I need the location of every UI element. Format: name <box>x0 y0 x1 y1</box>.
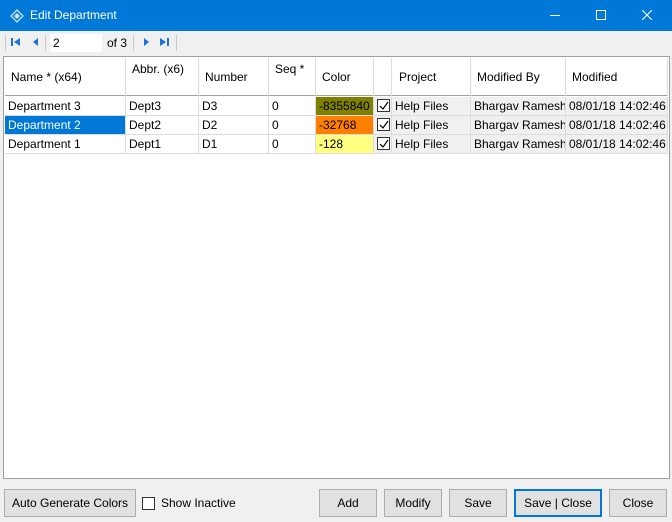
navigator-divider <box>5 35 6 51</box>
title-bar: Edit Department <box>0 0 672 31</box>
navigator-divider <box>133 35 134 51</box>
cell-abbr[interactable]: Dept1 <box>126 135 199 154</box>
cell-number[interactable]: D1 <box>199 135 269 154</box>
cell-abbr[interactable]: Dept2 <box>126 116 199 135</box>
department-grid[interactable]: Name * (x64) Abbr. (x6) Number Seq * Col… <box>3 56 670 479</box>
cell-modified-by[interactable]: Bhargav Ramesh <box>471 97 566 116</box>
cell-name[interactable]: Department 1 <box>5 135 126 154</box>
cell-project[interactable]: Help Files <box>392 116 471 135</box>
show-inactive-checkbox[interactable]: Show Inactive <box>142 495 236 511</box>
next-record-icon[interactable] <box>140 36 152 48</box>
cell-number[interactable]: D2 <box>199 116 269 135</box>
maximize-icon <box>596 9 606 23</box>
cell-project[interactable]: Help Files <box>392 135 471 154</box>
column-header-modified-by[interactable]: Modified By <box>471 58 566 96</box>
column-header-checkbox[interactable] <box>374 58 392 96</box>
cell-seq[interactable]: 0 <box>269 116 316 135</box>
previous-record-icon[interactable] <box>30 36 42 48</box>
column-header-name[interactable]: Name * (x64) <box>5 58 126 96</box>
window-title: Edit Department <box>30 8 117 22</box>
table-row[interactable]: Department 1 Dept1 D1 0 -128 Help Files … <box>5 135 668 154</box>
cell-modified[interactable]: 08/01/18 14:02:46 <box>566 97 668 116</box>
cell-seq[interactable]: 0 <box>269 97 316 116</box>
minimize-button[interactable] <box>532 0 578 31</box>
cell-name[interactable]: Department 3 <box>5 97 126 116</box>
active-checkbox[interactable] <box>377 137 390 150</box>
first-record-icon[interactable] <box>10 36 22 48</box>
cell-active-checkbox[interactable] <box>374 135 392 154</box>
cell-modified-by[interactable]: Bhargav Ramesh <box>471 116 566 135</box>
record-position-input[interactable] <box>50 34 102 52</box>
cell-number[interactable]: D3 <box>199 97 269 116</box>
cell-active-checkbox[interactable] <box>374 116 392 135</box>
table-row[interactable]: Department 2 Dept2 D2 0 -32768 Help File… <box>5 116 668 135</box>
cell-color[interactable]: -128 <box>316 135 374 154</box>
cell-active-checkbox[interactable] <box>374 97 392 116</box>
navigator-divider <box>45 35 46 51</box>
cell-seq[interactable]: 0 <box>269 135 316 154</box>
cell-name[interactable]: Department 2 <box>5 116 126 135</box>
minimize-icon <box>550 9 560 23</box>
column-header-seq[interactable]: Seq * <box>269 58 316 96</box>
last-record-icon[interactable] <box>158 36 170 48</box>
show-inactive-label: Show Inactive <box>161 496 236 510</box>
close-button[interactable]: Close <box>609 489 667 517</box>
grid-header: Name * (x64) Abbr. (x6) Number Seq * Col… <box>5 58 668 96</box>
column-header-project[interactable]: Project <box>392 58 471 96</box>
add-button[interactable]: Add <box>319 489 377 517</box>
checkmark-icon <box>379 120 389 129</box>
column-header-modified[interactable]: Modified <box>566 58 668 96</box>
record-count-label: of 3 <box>107 36 128 50</box>
save-close-button[interactable]: Save | Close <box>514 489 602 517</box>
table-row[interactable]: Department 3 Dept3 D3 0 -8355840 Help Fi… <box>5 97 668 116</box>
close-icon <box>641 9 653 23</box>
checkmark-icon <box>379 101 389 110</box>
cell-abbr[interactable]: Dept3 <box>126 97 199 116</box>
column-header-abbr[interactable]: Abbr. (x6) <box>126 58 199 96</box>
close-window-button[interactable] <box>624 0 670 31</box>
cell-modified[interactable]: 08/01/18 14:02:46 <box>566 135 668 154</box>
record-navigator: of 3 <box>0 31 672 55</box>
cell-project[interactable]: Help Files <box>392 97 471 116</box>
active-checkbox[interactable] <box>377 99 390 112</box>
save-button[interactable]: Save <box>449 489 507 517</box>
cell-color[interactable]: -32768 <box>316 116 374 135</box>
checkmark-icon <box>379 139 389 148</box>
column-header-number[interactable]: Number <box>199 58 269 96</box>
maximize-button[interactable] <box>578 0 624 31</box>
modify-button[interactable]: Modify <box>384 489 442 517</box>
auto-generate-colors-button[interactable]: Auto Generate Colors <box>4 489 136 517</box>
column-header-color[interactable]: Color <box>316 58 374 96</box>
cell-color[interactable]: -8355840 <box>316 97 374 116</box>
navigator-divider <box>176 35 177 51</box>
cell-modified-by[interactable]: Bhargav Ramesh <box>471 135 566 154</box>
active-checkbox[interactable] <box>377 118 390 131</box>
cell-modified[interactable]: 08/01/18 14:02:46 <box>566 116 668 135</box>
show-inactive-box[interactable] <box>142 496 155 510</box>
app-diamond-icon <box>10 9 24 23</box>
